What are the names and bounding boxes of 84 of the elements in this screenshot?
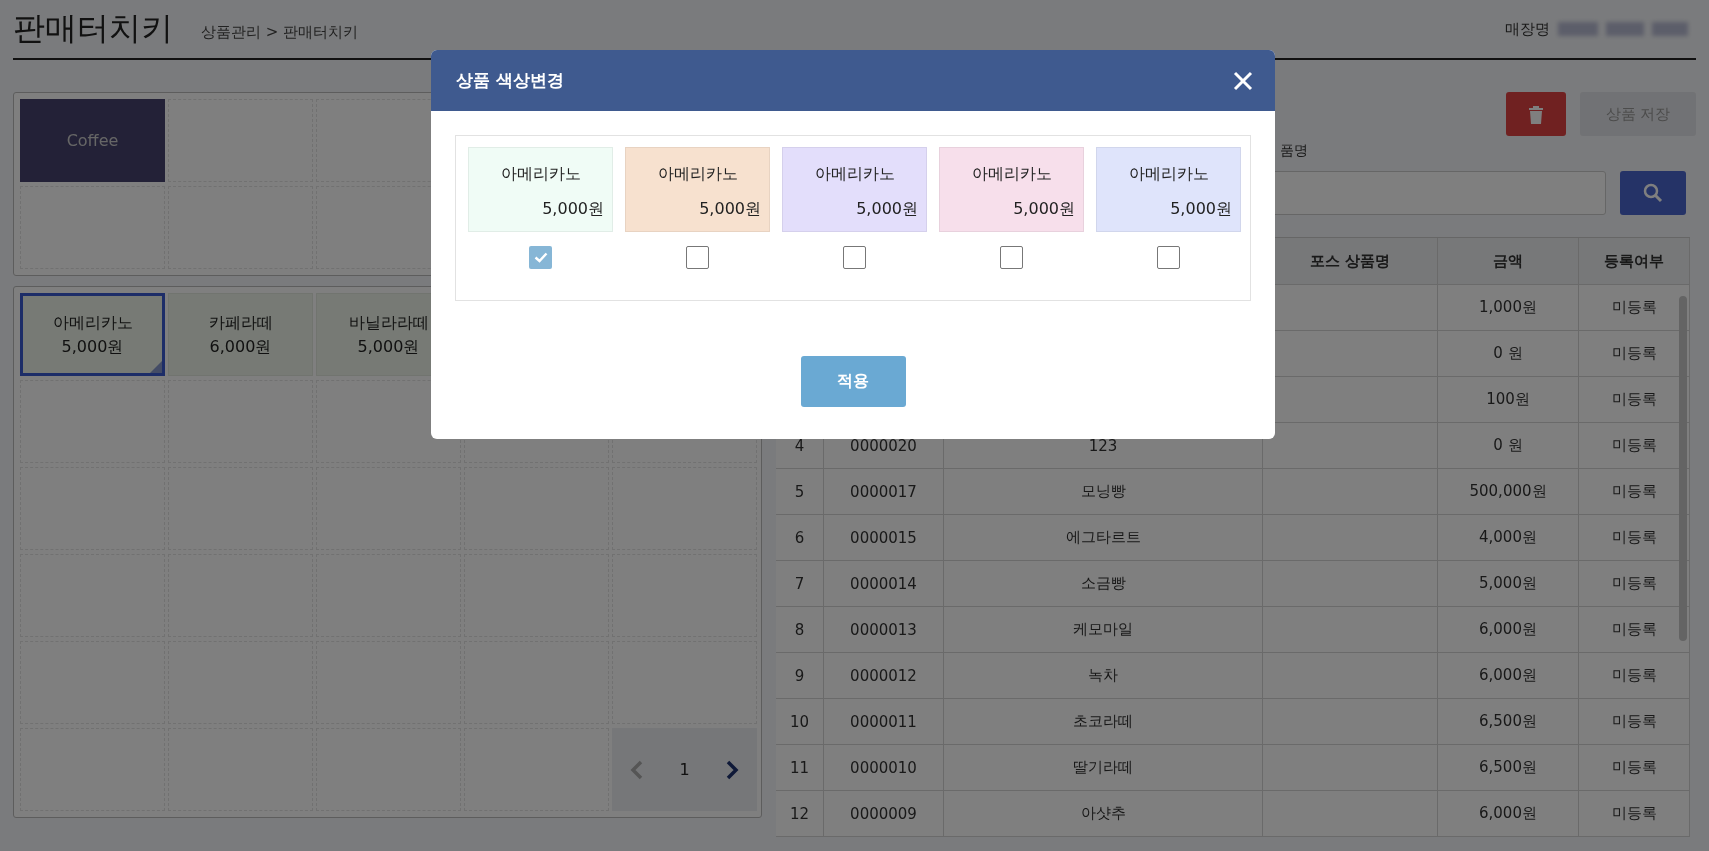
swatch-price: 5,000원	[1012, 199, 1075, 220]
checkbox[interactable]	[1157, 246, 1180, 269]
search-label: 품명	[1280, 142, 1308, 160]
page-title: 판매터치키	[13, 8, 173, 49]
product-tile[interactable]: 아메리카노 5,000원	[20, 293, 165, 376]
table-cell: 6,000원	[1438, 653, 1579, 698]
checkbox[interactable]	[843, 246, 866, 269]
table-cell: 6,500원	[1438, 745, 1579, 790]
table-cell: 딸기라떼	[944, 745, 1263, 790]
table-cell: 0000012	[824, 653, 944, 698]
redaction-bar	[1652, 22, 1688, 36]
table-cell: 모닝빵	[944, 469, 1263, 514]
swatch-price: 5,000원	[1169, 199, 1232, 220]
swatch-price: 5,000원	[541, 199, 604, 220]
checkbox[interactable]	[529, 246, 552, 269]
table-cell: 6,000원	[1438, 791, 1579, 836]
table-cell: 6	[776, 515, 824, 560]
table-cell: 8	[776, 607, 824, 652]
table-cell: 케모마일	[944, 607, 1263, 652]
table-cell: 미등록	[1579, 699, 1690, 744]
color-swatch[interactable]: 아메리카노 5,000원	[782, 147, 927, 232]
search-button[interactable]	[1620, 171, 1686, 215]
delete-button[interactable]	[1506, 92, 1566, 136]
table-cell: 10	[776, 699, 824, 744]
table-cell: 초코라떼	[944, 699, 1263, 744]
search-icon	[1643, 183, 1663, 203]
color-swatch[interactable]: 아메리카노 5,000원	[468, 147, 613, 232]
table-cell: 5	[776, 469, 824, 514]
page-number[interactable]: 1	[679, 760, 690, 779]
close-icon	[1233, 70, 1253, 91]
table-cell: 소금빵	[944, 561, 1263, 606]
table-cell: 4,000원	[1438, 515, 1579, 560]
swatch-price: 5,000원	[698, 199, 761, 220]
table-cell: 12	[776, 791, 824, 836]
next-icon[interactable]	[725, 759, 740, 780]
scrollbar[interactable]	[1679, 296, 1687, 641]
swatch-name: 아메리카노	[499, 164, 582, 185]
table-cell: 아샷추	[944, 791, 1263, 836]
table-cell: 100원	[1438, 377, 1579, 422]
checkbox[interactable]	[686, 246, 709, 269]
color-swatch[interactable]: 아메리카노 5,000원	[625, 147, 770, 232]
table-cell: 0000017	[824, 469, 944, 514]
table-cell: 0000011	[824, 699, 944, 744]
column-header: 등록여부	[1579, 238, 1690, 284]
column-header: 금액	[1438, 238, 1579, 284]
color-swatch[interactable]: 아메리카노 5,000원	[1096, 147, 1241, 232]
swatch-name: 아메리카노	[1127, 164, 1210, 185]
table-cell: 미등록	[1579, 791, 1690, 836]
table-cell: 미등록	[1579, 653, 1690, 698]
table-cell: 6,500원	[1438, 699, 1579, 744]
table-cell: 500,000원	[1438, 469, 1579, 514]
table-cell: 0000015	[824, 515, 944, 560]
trash-icon	[1528, 104, 1544, 124]
breadcrumb: 상품관리 > 판매터치키	[201, 22, 359, 42]
table-cell: 0 원	[1438, 423, 1579, 468]
table-cell: 0000013	[824, 607, 944, 652]
redaction-bar	[1558, 22, 1598, 36]
table-cell: 미등록	[1579, 745, 1690, 790]
product-tile[interactable]: 카페라떼 6,000원	[168, 293, 313, 376]
table-cell: 1,000원	[1438, 285, 1579, 330]
table-cell: 에그타르트	[944, 515, 1263, 560]
store-label: 매장명	[1505, 19, 1550, 39]
table-cell: 7	[776, 561, 824, 606]
table-cell: 0000014	[824, 561, 944, 606]
swatch-name: 아메리카노	[970, 164, 1053, 185]
check-icon	[533, 252, 548, 263]
swatch-name: 아메리카노	[813, 164, 896, 185]
table-cell: 5,000원	[1438, 561, 1579, 606]
table-cell: 0000010	[824, 745, 944, 790]
table-cell: 11	[776, 745, 824, 790]
swatch-name: 아메리카노	[656, 164, 739, 185]
checkbox[interactable]	[1000, 246, 1023, 269]
table-cell: 9	[776, 653, 824, 698]
close-button[interactable]	[1233, 70, 1253, 91]
table-cell: 6,000원	[1438, 607, 1579, 652]
color-swatch[interactable]: 아메리카노 5,000원	[939, 147, 1084, 232]
category-tile[interactable]: Coffee	[20, 99, 165, 182]
apply-button[interactable]: 적용	[800, 356, 906, 407]
dialog-title: 상품 색상변경	[456, 69, 564, 92]
table-cell: 0 원	[1438, 331, 1579, 376]
swatch-price: 5,000원	[855, 199, 918, 220]
table-cell: 녹차	[944, 653, 1263, 698]
table-cell: 0000009	[824, 791, 944, 836]
redaction-bar	[1606, 22, 1644, 36]
